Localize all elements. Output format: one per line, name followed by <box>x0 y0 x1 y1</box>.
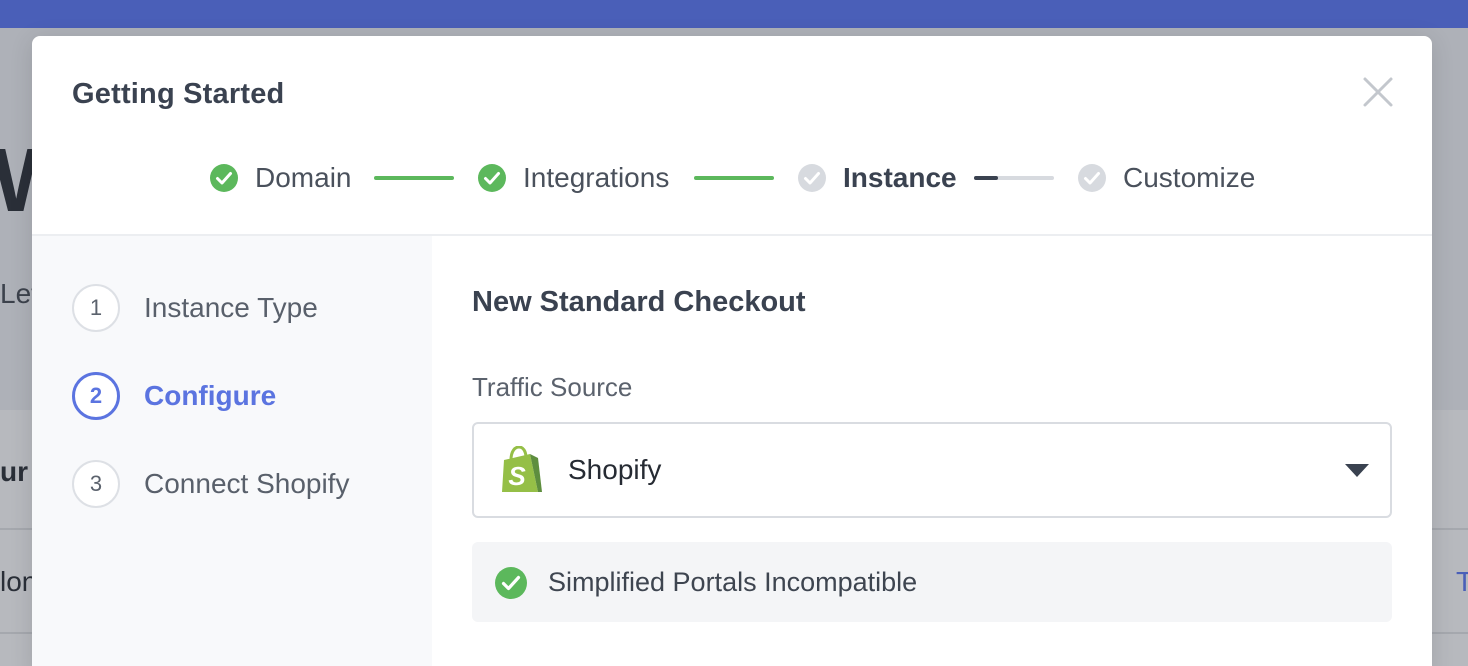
shopify-logo-icon: S <box>502 446 542 492</box>
modal-title: Getting Started <box>72 78 285 110</box>
step-label: Integrations <box>523 162 670 193</box>
close-icon <box>1363 77 1393 107</box>
step-integrations[interactable]: Integrations <box>477 156 669 200</box>
compatibility-notice: Simplified Portals Incompatible <box>472 542 1392 622</box>
step-label: Domain <box>255 162 352 193</box>
substep-instance-type[interactable]: 1 Instance Type <box>72 284 318 332</box>
check-circle-icon <box>495 567 527 599</box>
progress-stepper: Domain Integrations Instance Customize <box>32 156 1432 200</box>
content-title: New Standard Checkout <box>472 286 806 318</box>
step-connector <box>694 176 774 180</box>
traffic-source-select[interactable]: S Shopify <box>472 422 1392 518</box>
check-circle-icon <box>798 164 826 192</box>
substep-label: Instance Type <box>144 292 318 323</box>
substep-number: 2 <box>72 372 120 420</box>
check-circle-icon <box>210 164 238 192</box>
close-button[interactable] <box>1360 74 1396 110</box>
step-domain[interactable]: Domain <box>209 156 351 200</box>
step-connector <box>374 176 454 180</box>
chevron-down-icon <box>1345 464 1369 477</box>
substep-configure[interactable]: 2 Configure <box>72 372 276 420</box>
step-customize[interactable]: Customize <box>1077 156 1255 200</box>
traffic-source-value: Shopify <box>568 454 662 485</box>
background-link: T <box>1456 566 1468 597</box>
check-circle-icon <box>1078 164 1106 192</box>
substep-number: 3 <box>72 460 120 508</box>
step-connector <box>974 176 1054 180</box>
step-label: Customize <box>1123 162 1256 193</box>
getting-started-modal: Getting Started Domain Integrations Inst… <box>32 36 1432 666</box>
substep-number: 1 <box>72 284 120 332</box>
check-circle-icon <box>478 164 506 192</box>
step-label: Instance <box>843 162 957 193</box>
svg-text:S: S <box>508 461 526 491</box>
substep-connect-shopify[interactable]: 3 Connect Shopify <box>72 460 349 508</box>
step-progress-fill <box>974 176 998 180</box>
substep-label: Configure <box>144 380 277 411</box>
app-top-bar <box>0 0 1468 28</box>
traffic-source-label: Traffic Source <box>472 372 633 402</box>
notice-text: Simplified Portals Incompatible <box>548 567 918 597</box>
substep-label: Connect Shopify <box>144 468 350 499</box>
step-instance[interactable]: Instance <box>797 156 957 200</box>
